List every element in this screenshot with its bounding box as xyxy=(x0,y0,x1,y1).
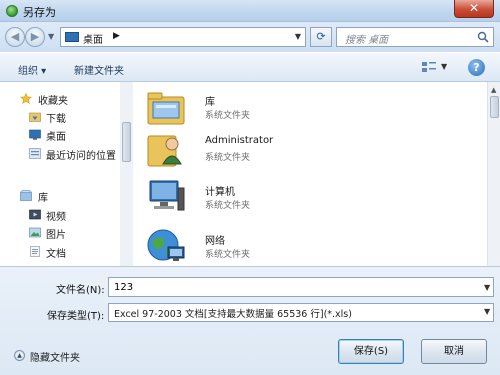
filename-field[interactable] xyxy=(108,277,494,297)
navigation-bar: ◀ ▶ ▼ 桌面 ▶ ▼ ⟳ 搜索 桌面 xyxy=(0,22,500,52)
list-item-network[interactable]: 网络 系统文件夹 xyxy=(146,227,466,267)
file-list: 库 系统文件夹 Administrator 系统文件夹 计算机 系统文件夹 网络… xyxy=(134,82,487,266)
sidebar-item-desktop[interactable]: 桌面 xyxy=(0,127,120,143)
refresh-button[interactable]: ⟳ xyxy=(310,27,332,47)
library-folder-icon xyxy=(147,92,185,125)
window-title: 另存为 xyxy=(23,6,56,19)
cancel-button[interactable]: 取消 xyxy=(421,339,487,364)
recent-pages-dropdown-icon[interactable]: ▼ xyxy=(48,32,54,41)
scroll-up-arrow-icon[interactable]: ▲ xyxy=(491,86,496,94)
star-icon xyxy=(20,93,32,104)
sidebar-item-label: 下载 xyxy=(46,114,66,125)
sidebar-item-recent-places[interactable]: 最近访问的位置 xyxy=(0,146,120,162)
video-icon xyxy=(29,209,41,220)
toolbar: 组织 ▾ 新建文件夹 ▼ ? xyxy=(0,52,500,82)
filename-dropdown-icon[interactable]: ▼ xyxy=(484,283,490,292)
forward-button[interactable]: ▶ xyxy=(25,27,45,47)
window-close-button[interactable]: ✕ xyxy=(454,0,494,18)
sidebar-item-downloads[interactable]: 下载 xyxy=(0,109,120,125)
sidebar-item-documents[interactable]: 文档 xyxy=(0,244,120,260)
list-item-computer[interactable]: 计算机 系统文件夹 xyxy=(146,178,466,218)
filetype-select[interactable]: Excel 97-2003 文档[支持最大数据量 65536 行](*.xls) xyxy=(108,303,494,322)
sidebar-item-label: 文档 xyxy=(46,249,66,260)
list-item-library[interactable]: 库 系统文件夹 xyxy=(146,88,466,128)
computer-icon xyxy=(149,180,185,211)
breadcrumb-arrow-icon[interactable]: ▶ xyxy=(113,31,120,41)
sidebar-item-pictures[interactable]: 图片 xyxy=(0,225,120,241)
filetype-label: 保存类型(T): xyxy=(47,311,105,322)
sidebar-item-label: 图片 xyxy=(46,230,66,241)
view-dropdown-icon[interactable]: ▼ xyxy=(441,62,447,71)
sidebar-item-favorites[interactable]: 收藏夹 xyxy=(0,91,120,107)
new-folder-button[interactable]: 新建文件夹 xyxy=(74,62,124,77)
filename-label: 文件名(N): xyxy=(56,285,105,296)
file-list-scrollbar[interactable]: ▲ xyxy=(487,82,500,266)
search-icon[interactable] xyxy=(477,31,489,43)
back-button[interactable]: ◀ xyxy=(5,27,25,47)
recent-places-icon xyxy=(29,148,41,159)
save-options-panel: 文件名(N): ▼ 保存类型(T): Excel 97-2003 文档[支持最大… xyxy=(0,266,500,375)
address-bar[interactable]: 桌面 ▶ ▼ xyxy=(60,27,306,47)
organize-menu[interactable]: 组织 ▾ xyxy=(18,62,46,77)
document-icon xyxy=(30,246,40,257)
help-icon[interactable]: ? xyxy=(468,59,485,76)
sidebar-item-label: 最近访问的位置 xyxy=(46,151,116,162)
item-name: 网络 xyxy=(205,236,225,247)
sidebar-item-videos[interactable]: 视频 xyxy=(0,207,120,223)
sidebar-item-label: 桌面 xyxy=(46,132,66,143)
list-item-administrator[interactable]: Administrator 系统文件夹 xyxy=(146,130,466,170)
sidebar-item-label: 视频 xyxy=(46,212,66,223)
address-location[interactable]: 桌面 xyxy=(83,31,103,46)
item-type: 系统文件夹 xyxy=(205,250,251,260)
item-name: 库 xyxy=(205,97,215,108)
title-bar: 另存为 ✕ xyxy=(0,0,500,22)
user-folder-icon xyxy=(147,135,182,167)
save-button[interactable]: 保存(S) xyxy=(338,339,404,364)
desktop-icon xyxy=(29,129,41,140)
search-placeholder: 搜索 桌面 xyxy=(345,35,389,46)
item-type: 系统文件夹 xyxy=(205,111,251,121)
search-input[interactable]: 搜索 桌面 xyxy=(336,27,494,47)
file-list-scroll-thumb[interactable] xyxy=(490,96,499,118)
sidebar-item-label: 库 xyxy=(38,193,48,204)
sidebar-scroll-thumb[interactable] xyxy=(122,122,131,162)
hide-folders-label[interactable]: 隐藏文件夹 xyxy=(30,349,80,364)
library-icon xyxy=(20,190,32,201)
sidebar-item-label: 收藏夹 xyxy=(38,96,68,107)
sidebar-scrollbar[interactable] xyxy=(120,82,133,266)
navigation-pane: 收藏夹 下载 桌面 最近访问的位置 库 视频 图片 文档 xyxy=(0,82,133,266)
item-name: 计算机 xyxy=(205,187,235,198)
app-icon xyxy=(6,5,18,17)
item-name: Administrator xyxy=(205,135,274,146)
item-type: 系统文件夹 xyxy=(205,153,251,163)
chevron-up-icon[interactable]: ▲ xyxy=(14,350,25,361)
network-icon xyxy=(147,229,185,261)
desktop-icon xyxy=(65,32,79,42)
item-type: 系统文件夹 xyxy=(205,201,251,211)
sidebar-item-libraries[interactable]: 库 xyxy=(0,188,120,204)
view-options-icon[interactable] xyxy=(421,61,437,74)
picture-icon xyxy=(29,227,41,238)
address-dropdown-icon[interactable]: ▼ xyxy=(295,32,301,41)
download-folder-icon xyxy=(29,112,41,122)
filetype-dropdown-icon[interactable]: ▼ xyxy=(484,307,490,316)
